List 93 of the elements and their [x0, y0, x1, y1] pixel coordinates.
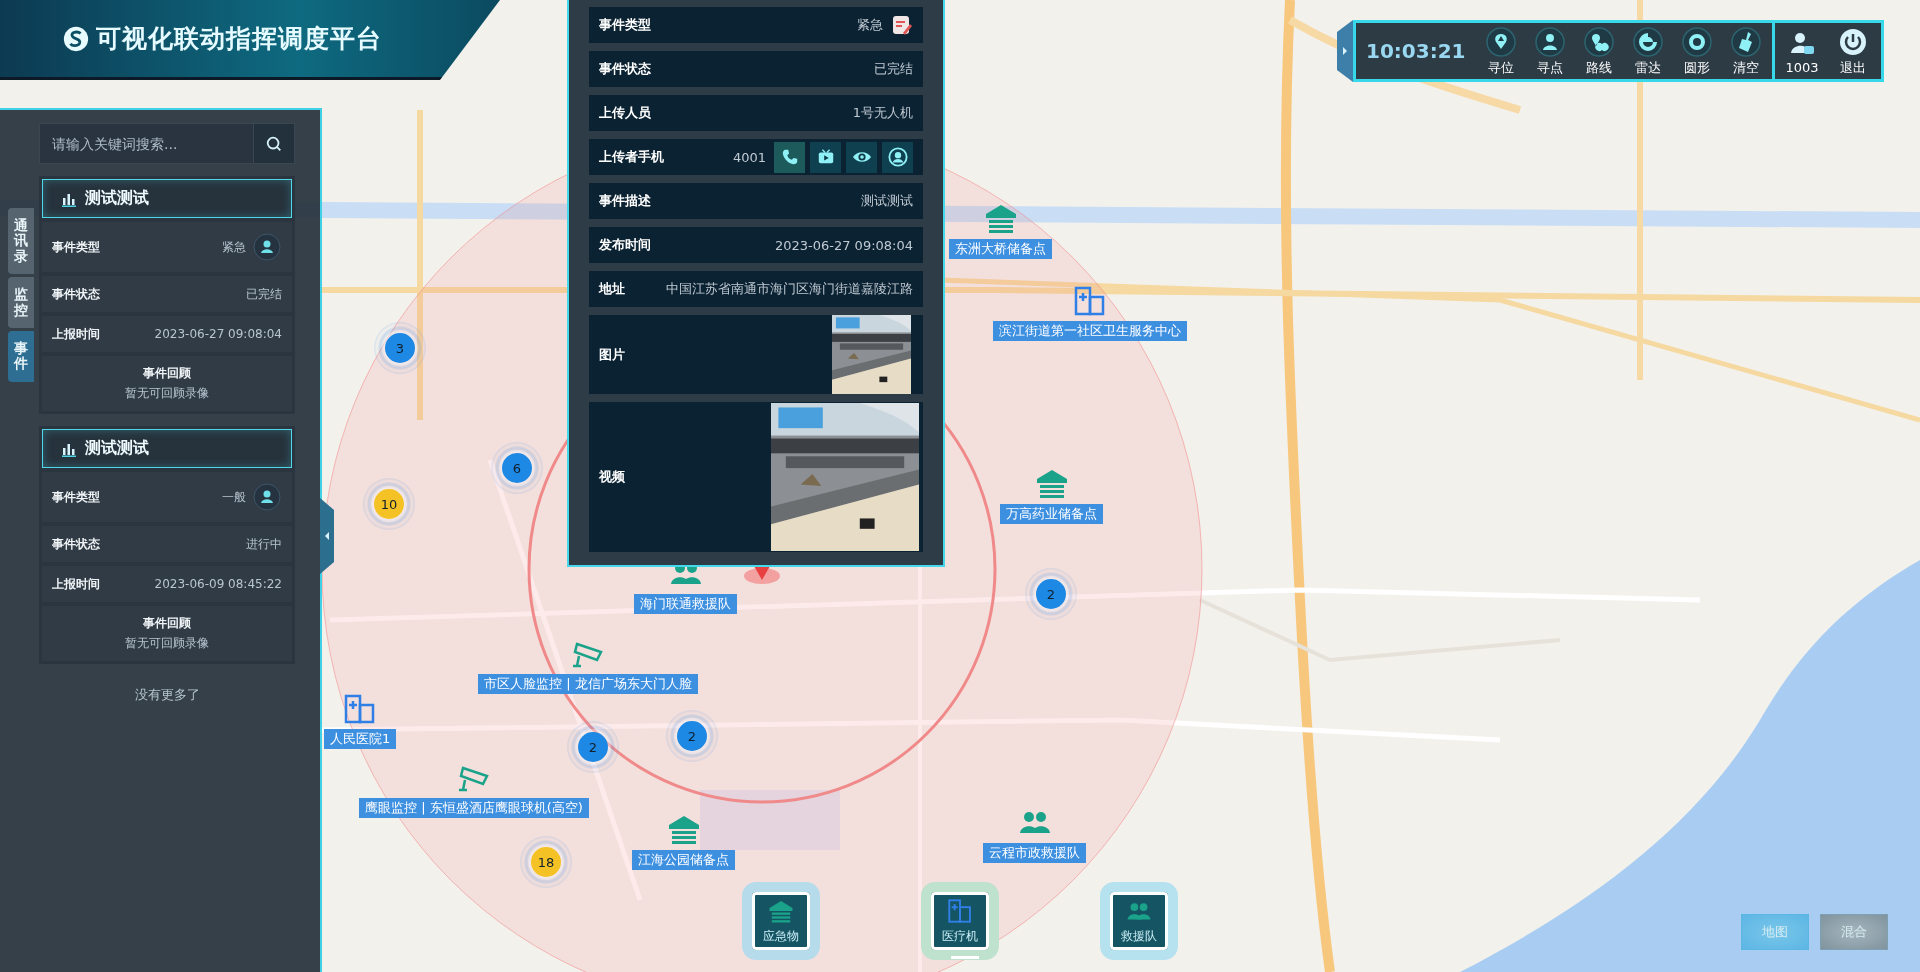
edit-note-icon[interactable] — [891, 14, 913, 36]
detail-value: 测试测试 — [861, 192, 913, 210]
cluster-marker[interactable]: 18 — [520, 836, 572, 888]
map-label[interactable]: 云程市政救援队 — [983, 843, 1086, 863]
tool-icon — [1681, 25, 1713, 58]
cluster-marker[interactable]: 3 — [374, 322, 426, 374]
layer-button[interactable]: 应急物 — [742, 882, 820, 960]
detail-label: 发布时间 — [599, 236, 652, 254]
cluster-marker[interactable]: 2 — [1025, 568, 1077, 620]
row-value: 紧急 — [222, 238, 246, 256]
detail-label: 图片 — [599, 345, 626, 364]
expand-tab-icon[interactable] — [1337, 20, 1353, 82]
detail-label: 事件类型 — [599, 16, 652, 34]
tool-icon — [1583, 25, 1615, 58]
map-label[interactable]: 市区人脸监控 | 龙信广场东大门人脸 — [478, 674, 698, 694]
person-icon[interactable] — [252, 232, 282, 262]
event-title: 测试测试 — [85, 188, 149, 209]
row-value: 进行中 — [246, 535, 282, 553]
video-call-button[interactable] — [810, 141, 841, 173]
map-label[interactable]: 人民医院1 — [324, 729, 397, 749]
row-label: 上报时间 — [52, 575, 101, 593]
detail-label: 事件状态 — [599, 60, 652, 78]
cluster-marker[interactable]: 6 — [491, 442, 543, 494]
row-label: 上报时间 — [52, 325, 101, 343]
review-title: 事件回顾 — [143, 615, 191, 632]
detail-label: 上传者手机 — [599, 148, 665, 166]
detail-label: 地址 — [599, 280, 626, 298]
tool-icon — [1485, 25, 1517, 58]
video-camera-icon — [816, 148, 835, 166]
layer-button[interactable]: 救援队 — [1100, 882, 1178, 960]
detail-label: 视频 — [599, 468, 626, 486]
person-icon[interactable] — [252, 482, 282, 512]
side-tab[interactable]: 通讯录 — [8, 208, 34, 275]
detail-value: 1号无人机 — [852, 104, 913, 122]
cluster-marker[interactable]: 2 — [666, 710, 718, 762]
clock-time: 10:03:21 — [1366, 39, 1466, 63]
search-button[interactable] — [253, 123, 295, 164]
tool-button[interactable]: 雷达 — [1624, 25, 1672, 77]
event-title: 测试测试 — [85, 438, 149, 459]
profile-button[interactable] — [882, 141, 913, 173]
row-value: 2023-06-09 08:45:22 — [154, 577, 282, 591]
tool-icon — [1534, 25, 1566, 58]
tool-button[interactable]: 路线 — [1575, 25, 1623, 77]
app-title: 可视化联动指挥调度平台 — [96, 23, 382, 55]
user-button[interactable]: 1003 — [1778, 27, 1826, 75]
row-label: 事件状态 — [52, 535, 101, 553]
detail-value: 紧急 — [857, 16, 883, 34]
review-text: 暂无可回顾录像 — [125, 385, 209, 402]
row-label: 事件类型 — [52, 488, 101, 506]
user-icon — [887, 147, 908, 167]
detail-label: 事件描述 — [599, 192, 652, 210]
side-tab[interactable]: 监控 — [8, 277, 34, 328]
event-title-bar[interactable]: 测试测试 — [42, 429, 292, 468]
row-label: 事件类型 — [52, 238, 101, 256]
review-title: 事件回顾 — [143, 365, 191, 382]
tool-button[interactable]: 寻点 — [1526, 25, 1574, 77]
tool-button[interactable]: 寻位 — [1477, 25, 1525, 77]
cluster-marker[interactable]: 10 — [363, 478, 415, 530]
row-label: 事件状态 — [52, 285, 101, 303]
search-field[interactable]: 请输入关键词搜索... — [39, 123, 253, 164]
map-label[interactable]: 滨江街道第一社区卫生服务中心 — [993, 321, 1187, 341]
collapse-tab-icon[interactable] — [320, 498, 334, 574]
search-icon — [265, 134, 283, 153]
phone-icon — [780, 148, 799, 166]
tool-button[interactable]: 圆形 — [1673, 25, 1721, 77]
detail-value: 中国江苏省南通市海门区海门街道嘉陵江路 — [666, 280, 913, 298]
call-button[interactable] — [774, 141, 805, 173]
row-value: 2023-06-27 09:08:04 — [154, 327, 282, 341]
location-pin-icon[interactable] — [744, 564, 780, 584]
map-label[interactable]: 东洲大桥储备点 — [949, 239, 1052, 259]
tool-icon — [1730, 25, 1762, 58]
detail-value: 2023-06-27 09:08:04 — [774, 237, 913, 253]
row-value: 一般 — [222, 488, 246, 506]
map-label[interactable]: 海门联通救援队 — [634, 594, 737, 614]
side-tab[interactable]: 事件 — [8, 330, 34, 382]
hospital-icon — [947, 897, 973, 924]
event-title-bar[interactable]: 测试测试 — [42, 179, 292, 218]
review-text: 暂无可回顾录像 — [125, 635, 209, 652]
detail-value: 4001 — [732, 149, 766, 165]
list-end-text: 没有更多了 — [133, 686, 201, 704]
row-value: 已完结 — [246, 285, 282, 303]
logo-icon — [62, 24, 90, 53]
logout-button[interactable]: 退出 — [1829, 25, 1877, 77]
layer-button[interactable]: 医疗机 — [921, 882, 999, 960]
map-label[interactable]: 万高药业储备点 — [1000, 504, 1103, 524]
detail-label: 上传人员 — [599, 104, 652, 122]
cluster-marker[interactable]: 2 — [567, 721, 619, 773]
map-label[interactable]: 鹰眼监控 | 东恒盛酒店鹰眼球机(高空) — [359, 798, 589, 818]
tool-button[interactable]: 清空 — [1722, 25, 1770, 77]
map-label[interactable]: 江海公园储备点 — [632, 850, 735, 870]
detail-value: 已完结 — [874, 60, 913, 78]
view-button[interactable] — [846, 141, 877, 173]
tool-icon — [1632, 25, 1664, 58]
